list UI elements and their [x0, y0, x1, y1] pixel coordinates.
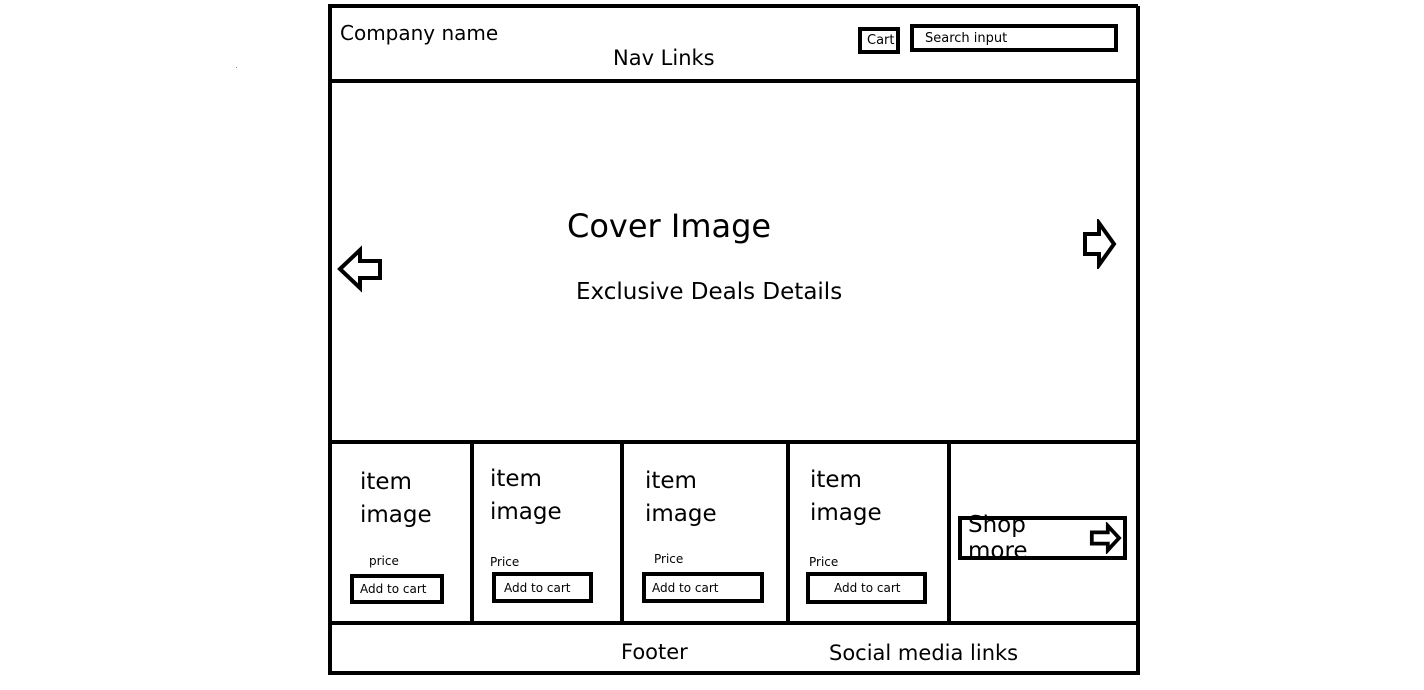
product-divider — [786, 442, 790, 625]
hero-subtitle: Exclusive Deals Details — [576, 279, 843, 305]
search-input[interactable]: Search input — [910, 24, 1118, 52]
item-image-placeholder: item image — [645, 465, 717, 531]
item-image-label: image — [810, 500, 882, 526]
item-image-label: item — [645, 468, 697, 494]
product-divider — [470, 442, 474, 625]
item-image-label: image — [645, 501, 717, 527]
item-price: Price — [654, 552, 684, 566]
right-arrow-icon — [1090, 522, 1122, 554]
add-to-cart-label: Add to cart — [360, 582, 427, 596]
product-divider — [620, 442, 624, 625]
add-to-cart-label: Add to cart — [504, 580, 571, 595]
stray-dot — [236, 67, 237, 68]
item-image-label: item — [490, 466, 542, 492]
item-image-label: image — [360, 502, 432, 528]
company-name: Company name — [340, 21, 499, 45]
hero-divider — [328, 440, 1136, 444]
item-image-label: image — [490, 499, 562, 525]
add-to-cart-button[interactable]: Add to cart — [492, 572, 593, 603]
item-image-placeholder: item image — [810, 464, 882, 530]
item-price: Price — [490, 555, 520, 569]
item-image-label: item — [810, 467, 862, 493]
add-to-cart-button[interactable]: Add to cart — [806, 572, 927, 604]
item-image-placeholder: item image — [490, 463, 562, 529]
footer-label: Footer — [621, 640, 688, 664]
cart-button[interactable]: Cart — [858, 27, 900, 54]
item-price: price — [369, 554, 399, 568]
left-arrow-icon[interactable] — [336, 245, 386, 293]
shop-more-button[interactable]: Shop more — [958, 512, 1127, 564]
add-to-cart-label: Add to cart — [834, 581, 901, 595]
search-input-placeholder: Search input — [925, 30, 1008, 46]
add-to-cart-button[interactable]: Add to cart — [350, 574, 444, 604]
nav-links[interactable]: Nav Links — [613, 46, 715, 70]
hero-title: Cover Image — [567, 207, 772, 245]
header-divider — [328, 79, 1136, 83]
item-image-label: item — [360, 469, 412, 495]
right-arrow-icon[interactable] — [1080, 219, 1120, 269]
item-image-placeholder: item image — [360, 466, 432, 532]
cart-button-label: Cart — [867, 33, 895, 48]
products-divider — [328, 621, 1136, 625]
shop-more-label: Shop more — [968, 512, 1028, 564]
product-divider — [947, 442, 951, 625]
add-to-cart-button[interactable]: Add to cart — [642, 572, 764, 603]
add-to-cart-label: Add to cart — [652, 580, 719, 595]
social-media-links[interactable]: Social media links — [829, 641, 1018, 665]
item-price: Price — [809, 555, 839, 569]
